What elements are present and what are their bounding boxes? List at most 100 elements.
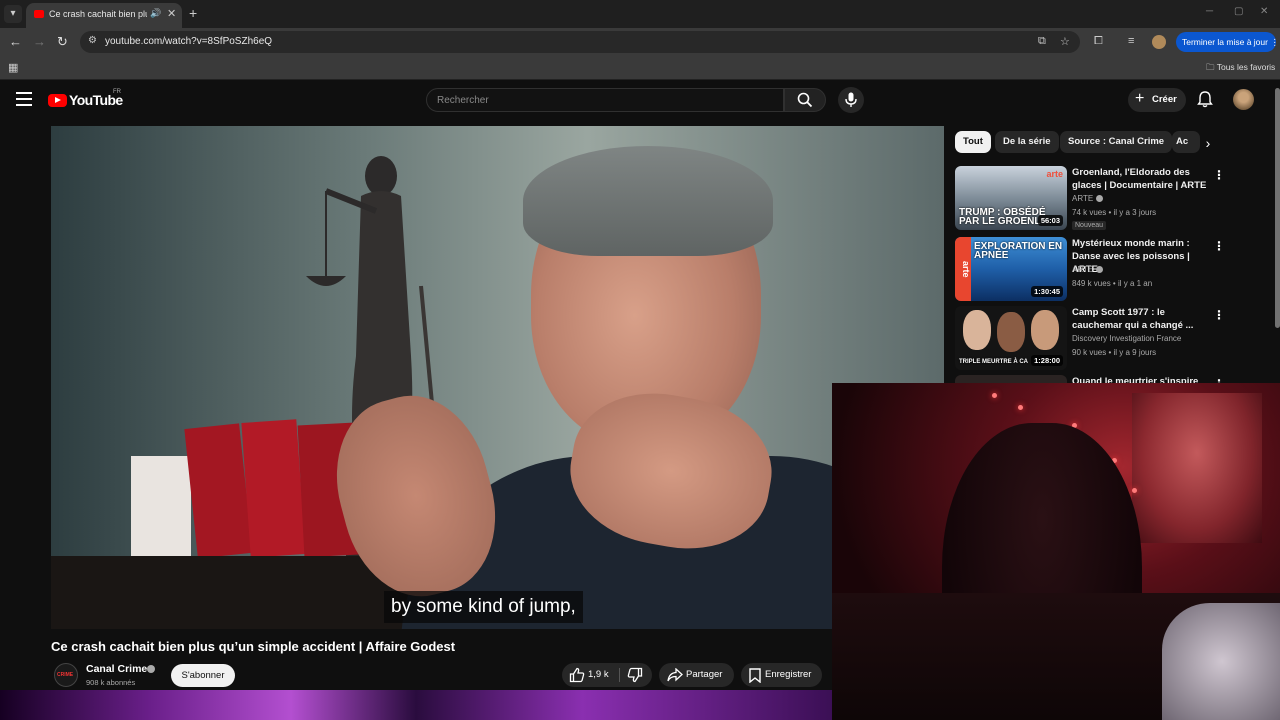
create-button[interactable]: + Créer — [1128, 88, 1186, 112]
channel-label: ARTE — [1072, 194, 1094, 203]
chip-source[interactable]: Source : Canal Crime — [1060, 131, 1173, 153]
youtube-masthead: YouTube FR + Créer — [0, 81, 1280, 121]
recommendation-thumbnail[interactable]: TRIPLE MEURTRE À CA 1:28:00 — [955, 306, 1067, 370]
recommendation-thumbnail[interactable] — [955, 375, 1067, 383]
video-duration: 1:30:45 — [1031, 286, 1063, 297]
url-text: youtube.com/watch?v=8SfPoSZh6eQ — [105, 36, 273, 47]
like-dislike-group: 1,9 k — [562, 663, 652, 687]
close-window-icon[interactable]: ✕ — [1260, 6, 1268, 17]
reload-icon[interactable]: ↻ — [57, 34, 68, 50]
red-books-figure — [131, 419, 360, 556]
verified-check-icon — [147, 665, 155, 673]
save-button[interactable]: Enregistrer — [741, 663, 822, 687]
tab-list-button[interactable]: ▾ — [4, 5, 22, 23]
recommendation-item[interactable]: TRIPLE MEURTRE À CA 1:28:00 Camp Scott 1… — [955, 306, 1230, 372]
minimize-icon[interactable]: ─ — [1206, 6, 1213, 17]
webcam-wall-poster — [1132, 393, 1262, 543]
channel-label: ARTE — [1072, 265, 1094, 274]
search-icon — [797, 92, 813, 108]
more-options-icon[interactable]: ⋮ — [1213, 308, 1225, 322]
recommendation-meta: 74 k vues • il y a 3 jours — [1072, 208, 1157, 217]
fairy-light — [1132, 488, 1137, 493]
speaker-hair — [523, 146, 773, 256]
webcam-overlay — [832, 383, 1280, 720]
site-info-icon[interactable]: ⚙ — [88, 35, 97, 46]
user-avatar[interactable] — [1233, 89, 1254, 110]
recommendation-item[interactable]: arte TRUMP : OBSÉDÉ PAR LE GROENL 56:03 … — [955, 166, 1230, 232]
webcam-cloth — [1162, 603, 1280, 720]
thumbnail-text: TRIPLE MEURTRE À CA — [959, 359, 1028, 365]
youtube-play-icon — [48, 94, 67, 107]
thumbs-up-icon[interactable] — [569, 667, 585, 683]
recommendation-thumbnail[interactable]: arte TRUMP : OBSÉDÉ PAR LE GROENL 56:03 — [955, 166, 1067, 230]
recommendation-channel[interactable]: Discovery Investigation France — [1072, 334, 1181, 343]
recommendation-title[interactable]: Groenland, l'Eldorado des glaces | Docum… — [1072, 166, 1210, 192]
more-options-icon[interactable]: ⋮ — [1213, 239, 1225, 253]
recommendation-thumbnail[interactable]: arte EXPLORATION EN APNÉE 1:30:45 — [955, 237, 1067, 301]
thumbnail-face — [963, 310, 991, 350]
browser-profile-avatar[interactable] — [1152, 35, 1166, 49]
search-button[interactable] — [784, 88, 826, 112]
all-bookmarks-folder[interactable]: 🗀 Tous les favoris — [1206, 62, 1275, 76]
recommendation-title[interactable]: Camp Scott 1977 : le cauchemar qui a cha… — [1072, 306, 1210, 332]
page-scrollbar[interactable] — [1275, 88, 1280, 328]
recommendation-meta: 849 k vues • il y a 1 an — [1072, 279, 1153, 288]
recommendation-channel[interactable]: ARTE — [1072, 194, 1104, 203]
video-duration: 1:28:00 — [1031, 355, 1063, 366]
recommendation-title[interactable]: Quand le meurtrier s'inspire de — [1072, 375, 1210, 383]
share-button[interactable]: Partager — [659, 663, 734, 687]
chip-truncated[interactable]: Ac — [1172, 131, 1200, 153]
address-bar[interactable]: ⚙ youtube.com/watch?v=8SfPoSZh6eQ ⧉ ☆ — [80, 31, 1080, 53]
hamburger-menu-icon[interactable] — [16, 92, 32, 106]
microphone-icon — [845, 92, 857, 107]
recommendation-item[interactable]: arte EXPLORATION EN APNÉE 1:30:45 Mystér… — [955, 237, 1230, 303]
region-code: FR — [113, 89, 121, 95]
video-player[interactable]: by some kind of jump, — [51, 126, 944, 629]
channel-avatar[interactable]: CRIME — [54, 663, 78, 687]
forward-icon[interactable]: → — [33, 34, 46, 50]
update-browser-button[interactable]: Terminer la mise à jour ⋮ — [1176, 32, 1279, 52]
thumbs-down-icon[interactable] — [627, 667, 643, 683]
search-box — [426, 88, 784, 112]
browser-tab-active[interactable]: Ce crash cachait bien plus qu'un simple … — [26, 3, 182, 28]
like-divider — [619, 668, 620, 682]
apps-grid-icon[interactable]: ▦ — [8, 61, 18, 74]
thumbnail-face — [1031, 310, 1059, 350]
video-subtitle: by some kind of jump, — [384, 591, 583, 623]
bookmarks-bar: ▦ 🗀 Tous les favoris — [0, 56, 1280, 80]
close-tab-icon[interactable]: ✕ — [167, 7, 176, 20]
back-icon[interactable]: ← — [9, 34, 22, 50]
bookmark-star-icon[interactable]: ☆ — [1060, 35, 1070, 48]
plus-icon: + — [1135, 90, 1145, 107]
channel-avatar-text: CRIME — [57, 672, 74, 678]
subscribe-button[interactable]: S'abonner — [171, 664, 235, 687]
bookmark-icon — [749, 668, 761, 683]
install-app-icon[interactable]: ⧉ — [1038, 35, 1046, 48]
speaker-icon[interactable]: 🔊 — [150, 8, 161, 19]
thumbnail-text: EXPLORATION EN APNÉE — [974, 241, 1063, 261]
create-label: Créer — [1152, 94, 1177, 105]
like-count[interactable]: 1,9 k — [588, 669, 609, 680]
share-label: Partager — [686, 669, 723, 680]
channel-name[interactable]: Canal Crime — [86, 663, 147, 675]
search-input[interactable] — [427, 89, 767, 111]
chip-all[interactable]: Tout — [955, 131, 991, 153]
chip-series[interactable]: De la série — [995, 131, 1059, 153]
recommendation-channel[interactable]: ARTE — [1072, 265, 1104, 274]
restore-icon[interactable]: ▢ — [1234, 6, 1243, 17]
arte-logo: arte — [955, 237, 971, 301]
share-arrow-icon — [667, 668, 683, 682]
chevron-right-icon[interactable]: › — [1198, 133, 1218, 153]
arte-logo: arte — [1046, 169, 1063, 179]
browser-toolbar: ← → ↻ ⚙ youtube.com/watch?v=8SfPoSZh6eQ … — [0, 28, 1280, 56]
more-options-icon[interactable]: ⋮ — [1213, 168, 1225, 182]
verified-check-icon — [1096, 195, 1104, 202]
recommendation-item[interactable]: Quand le meurtrier s'inspire de ⋮ — [955, 375, 1230, 383]
thumbnail-face — [997, 312, 1025, 352]
voice-search-button[interactable] — [838, 87, 864, 113]
new-tab-button[interactable]: + — [189, 5, 197, 21]
extensions-icon[interactable]: ⧠ — [1094, 35, 1103, 48]
description-thumbnail-strip — [0, 690, 832, 720]
notifications-bell-icon[interactable] — [1197, 91, 1213, 108]
media-controls-icon[interactable]: ≡ — [1128, 35, 1134, 47]
